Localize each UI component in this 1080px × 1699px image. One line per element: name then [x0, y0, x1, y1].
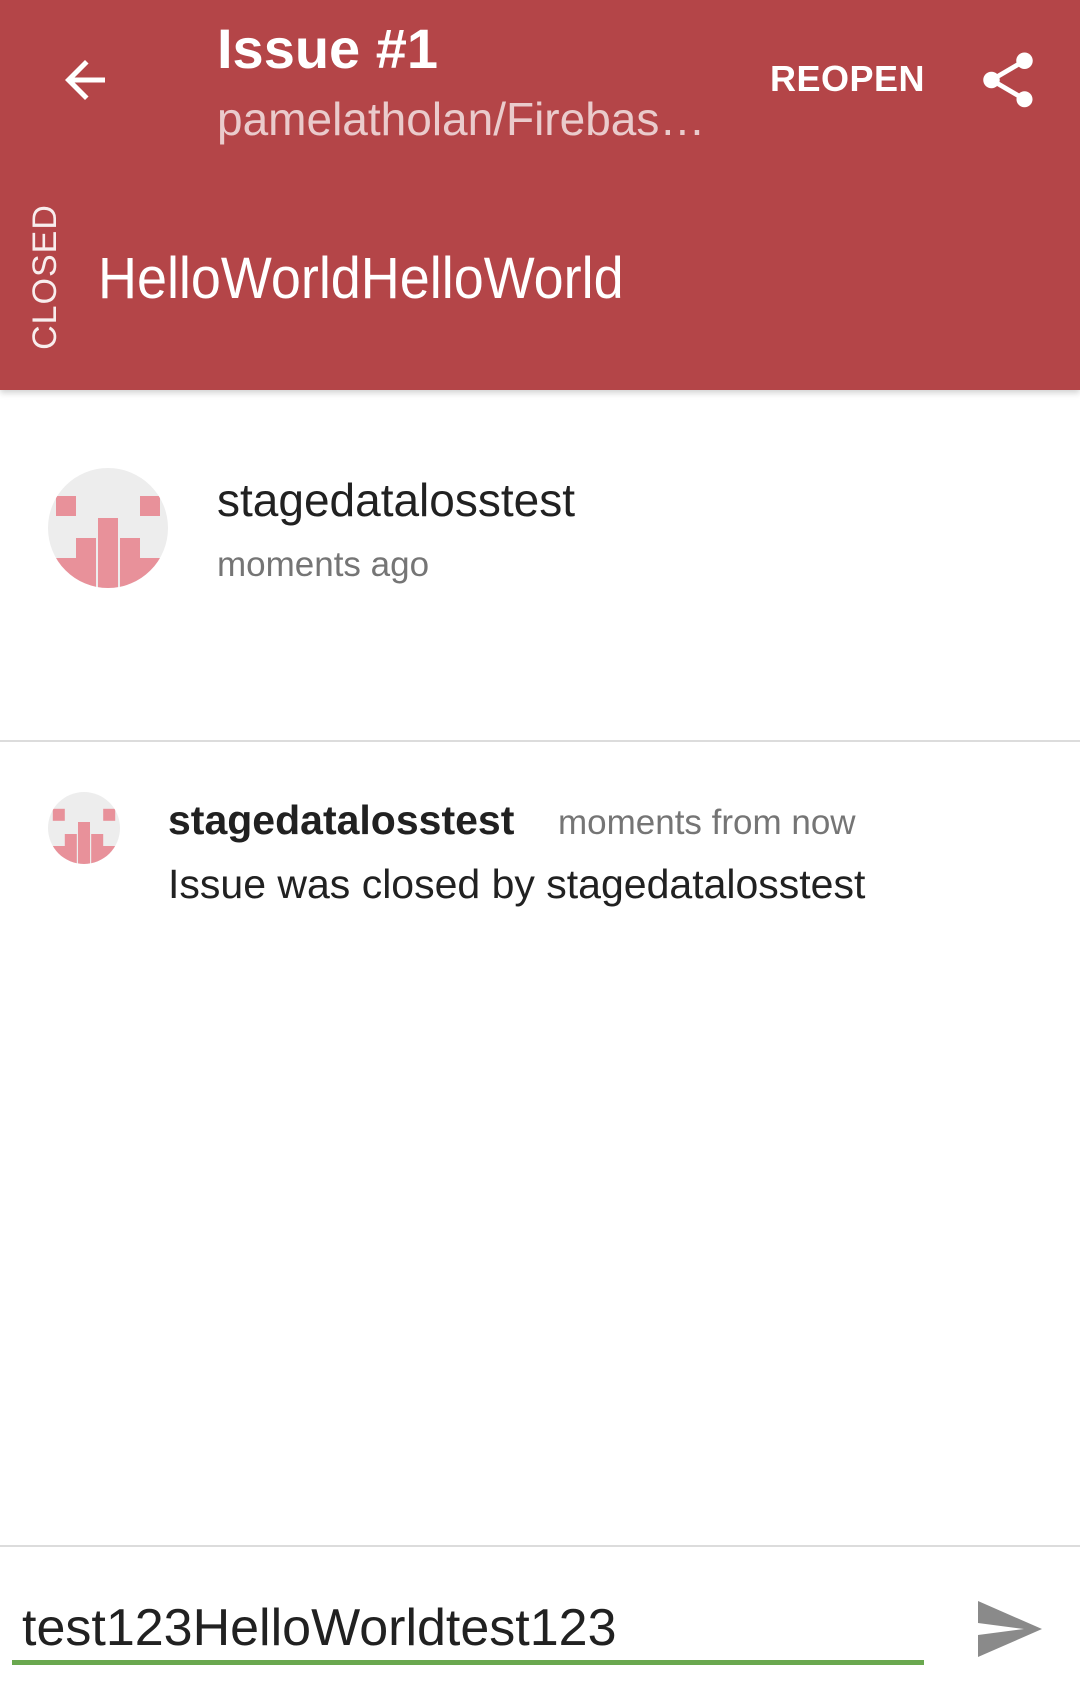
divider [0, 740, 1080, 742]
identicon [56, 496, 160, 588]
event-user-avatar [48, 792, 120, 864]
author-avatar [48, 468, 168, 588]
share-icon [983, 52, 1033, 108]
issue-title: HelloWorldHelloWorld [98, 246, 624, 311]
issue-created-time: moments ago [217, 545, 430, 584]
issue-author-name[interactable]: stagedatalosstest [217, 473, 575, 527]
event-user-name[interactable]: stagedatalosstest [168, 797, 514, 844]
page-title: Issue #1 [217, 17, 439, 80]
issue-detail-screen: Issue #1 pamelatholan/Firebase-Issue-Tra… [0, 0, 1080, 1699]
identicon [52, 808, 116, 864]
comment-bar-divider [0, 1545, 1080, 1547]
event-description: Issue was closed by stagedatalosstest [168, 861, 866, 907]
reopen-button[interactable]: REOPEN [770, 58, 925, 100]
event-time: moments from now [558, 803, 856, 842]
back-button[interactable] [50, 45, 120, 115]
arrow-back-icon [65, 60, 105, 100]
issue-state-label: CLOSED [26, 204, 64, 350]
send-button[interactable] [970, 1594, 1050, 1664]
comment-input-underline [12, 1660, 924, 1665]
comment-input[interactable] [22, 1590, 922, 1666]
share-button[interactable] [972, 44, 1044, 116]
issue-header: Issue #1 pamelatholan/Firebase-Issue-Tra… [0, 0, 1080, 390]
repo-subtitle: pamelatholan/Firebase-Issue-Tracker [217, 93, 717, 145]
send-icon [978, 1601, 1042, 1657]
